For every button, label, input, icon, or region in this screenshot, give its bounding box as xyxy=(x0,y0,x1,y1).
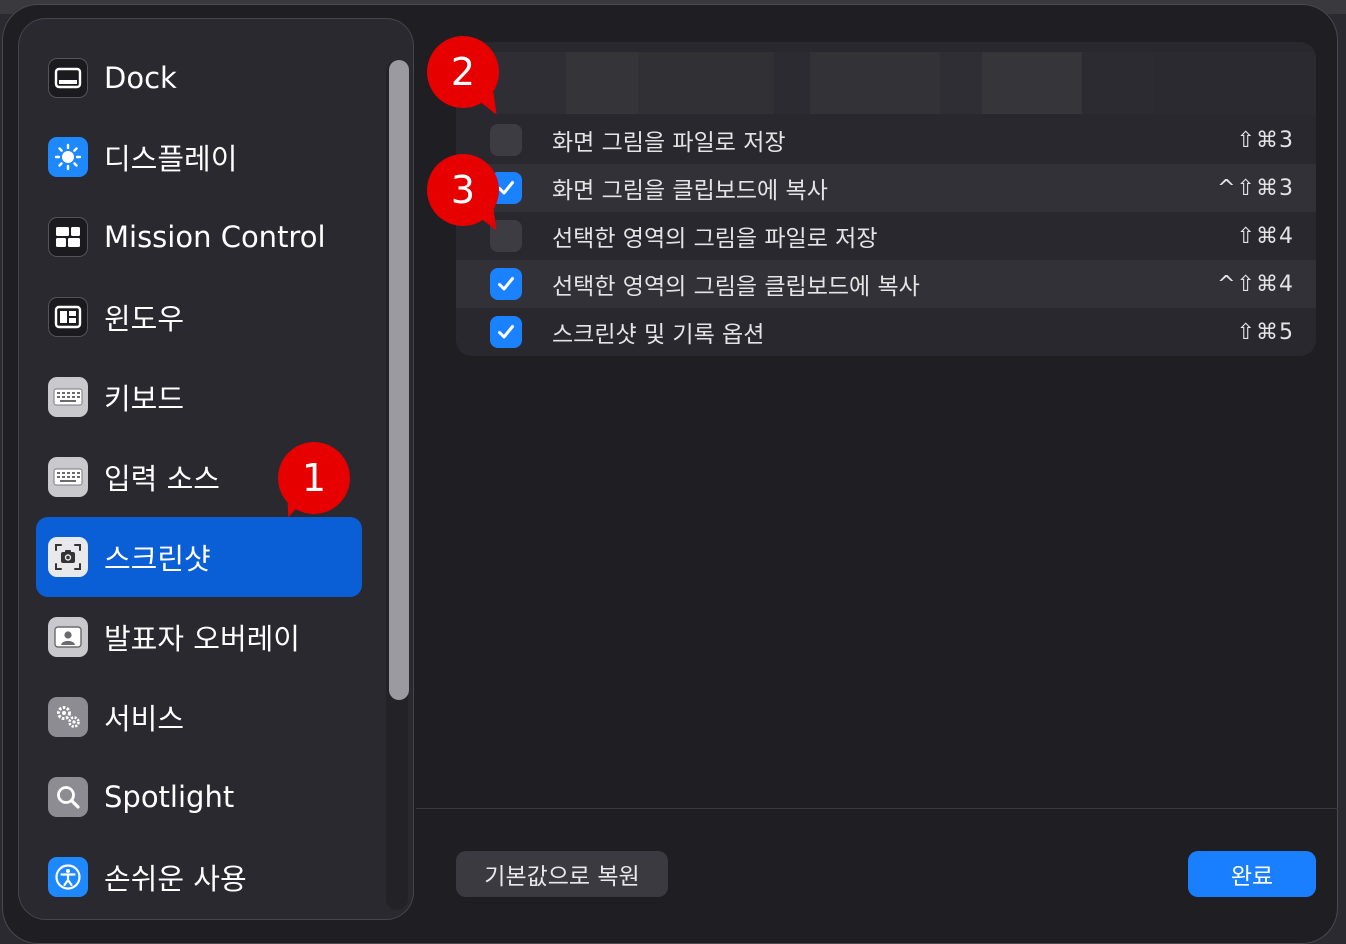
shortcut-key[interactable]: ⇧⌘4 xyxy=(1237,224,1294,249)
shortcut-label: 선택한 영역의 그림을 파일로 저장 xyxy=(552,226,878,252)
keyboard-icon xyxy=(48,457,88,497)
sidebar-item-label: Mission Control xyxy=(104,220,326,254)
table-row[interactable]: 선택한 영역의 그림을 파일로 저장 ⇧⌘4 xyxy=(456,212,1316,260)
sidebar-item-label: Spotlight xyxy=(104,780,235,814)
magnifier-icon xyxy=(48,777,88,817)
table-header-strip xyxy=(456,52,1316,114)
dock-icon xyxy=(48,58,88,98)
sidebar-item-window[interactable]: 윈도우 xyxy=(36,277,362,357)
sidebar-item-screenshot[interactable]: 스크린샷 xyxy=(36,517,362,597)
footer-divider xyxy=(416,808,1338,809)
shortcut-key[interactable]: ⇧⌘3 xyxy=(1237,128,1294,153)
shortcut-key[interactable]: ⇧⌘5 xyxy=(1237,320,1294,345)
shortcut-key[interactable]: ^⇧⌘3 xyxy=(1217,176,1294,201)
sidebar-item-label: 서비스 xyxy=(104,702,185,736)
annotation-marker-3: 3 xyxy=(427,154,499,226)
shortcut-key[interactable]: ^⇧⌘4 xyxy=(1217,272,1294,297)
table-row[interactable]: 선택한 영역의 그림을 클립보드에 복사 ^⇧⌘4 xyxy=(456,260,1316,308)
sidebar-item-label: 윈도우 xyxy=(104,302,185,336)
mission-control-icon xyxy=(48,217,88,257)
sidebar-item-label: 디스플레이 xyxy=(104,142,238,176)
keyboard-icon xyxy=(48,377,88,417)
checkbox[interactable] xyxy=(490,124,522,156)
sidebar-item-services[interactable]: 서비스 xyxy=(36,677,362,757)
presenter-overlay-icon xyxy=(48,617,88,657)
checkbox[interactable] xyxy=(490,316,522,348)
sidebar-item-display[interactable]: 디스플레이 xyxy=(36,117,362,197)
sidebar-item-mission-control[interactable]: Mission Control xyxy=(36,197,362,277)
sidebar-item-dock[interactable]: Dock xyxy=(36,38,362,118)
shortcut-label: 화면 그림을 파일로 저장 xyxy=(552,130,786,156)
sidebar-item-label: 발표자 오버레이 xyxy=(104,622,300,656)
annotation-marker-1: 1 xyxy=(278,442,350,514)
table-row[interactable]: 스크린샷 및 기록 옵션 ⇧⌘5 xyxy=(456,308,1316,356)
window-icon xyxy=(48,297,88,337)
sidebar-item-presenter-overlay[interactable]: 발표자 오버레이 xyxy=(36,597,362,677)
sidebar-item-label: 스크린샷 xyxy=(104,542,211,576)
screenshot-camera-icon xyxy=(48,537,88,577)
sidebar-item-label: 입력 소스 xyxy=(104,462,220,496)
accessibility-icon xyxy=(48,857,88,897)
shortcuts-table: 화면 그림을 파일로 저장 ⇧⌘3 화면 그림을 클립보드에 복사 ^⇧⌘3 선… xyxy=(456,42,1316,356)
sidebar-item-spotlight[interactable]: Spotlight xyxy=(36,757,362,837)
annotation-marker-2: 2 xyxy=(427,36,499,108)
checkbox[interactable] xyxy=(490,268,522,300)
shortcut-label: 화면 그림을 클립보드에 복사 xyxy=(552,178,828,204)
sidebar-item-label: 손쉬운 사용 xyxy=(104,862,247,896)
gears-icon xyxy=(48,697,88,737)
sidebar-item-label: Dock xyxy=(104,61,177,95)
done-button[interactable]: 완료 xyxy=(1188,851,1316,897)
table-row[interactable]: 화면 그림을 파일로 저장 ⇧⌘3 xyxy=(456,116,1316,164)
shortcut-label: 스크린샷 및 기록 옵션 xyxy=(552,322,765,348)
sidebar-item-accessibility[interactable]: 손쉬운 사용 xyxy=(36,837,362,917)
sidebar-item-keyboard[interactable]: 키보드 xyxy=(36,357,362,437)
sidebar: Dock 디스플레이 Mission Control 윈도우 키보드 입력 소스 xyxy=(18,18,414,920)
shortcut-label: 선택한 영역의 그림을 클립보드에 복사 xyxy=(552,274,920,300)
table-row[interactable]: 화면 그림을 클립보드에 복사 ^⇧⌘3 xyxy=(456,164,1316,212)
display-brightness-icon xyxy=(48,137,88,177)
checkmark-icon xyxy=(498,325,514,339)
checkmark-icon xyxy=(498,277,514,291)
sidebar-item-label: 키보드 xyxy=(104,382,185,416)
sidebar-scrollbar-thumb[interactable] xyxy=(389,60,409,700)
restore-defaults-button[interactable]: 기본값으로 복원 xyxy=(456,851,668,897)
